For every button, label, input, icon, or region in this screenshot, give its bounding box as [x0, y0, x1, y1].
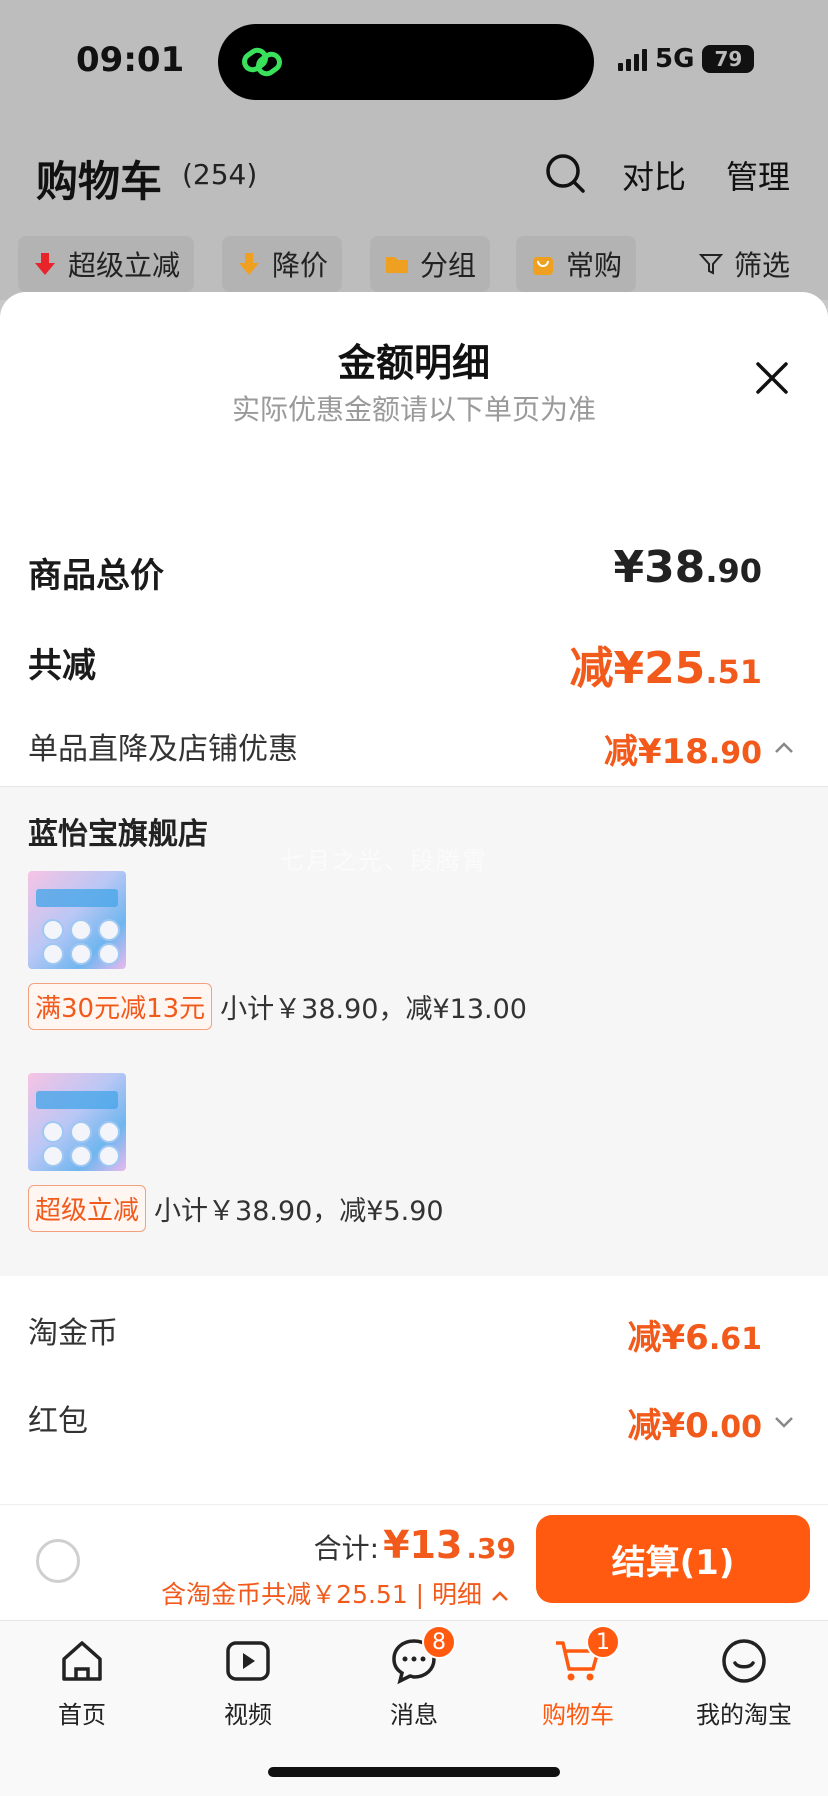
status-time: 09:01	[76, 40, 185, 80]
folder-icon	[386, 257, 408, 273]
arrow-down-icon	[35, 253, 55, 275]
tab-messages[interactable]: 8 消息	[354, 1625, 474, 1730]
checkout-bar: 合计: ¥13.39 含淘金币共减￥25.51 | 明细 结算(1)	[0, 1504, 828, 1620]
promo-tag: 超级立减	[28, 1185, 147, 1232]
select-all-checkbox[interactable]	[36, 1539, 80, 1583]
store-discount-label[interactable]: 单品直降及店铺优惠	[28, 724, 298, 768]
filter-button[interactable]: 筛选	[684, 236, 804, 292]
subtotal-text: 小计￥38.90，减¥13.00	[220, 994, 527, 1025]
status-bar: 09:01 5G 79	[0, 0, 828, 120]
redpacket-label[interactable]: 红包	[28, 1396, 88, 1440]
total-discount-label: 共减	[28, 646, 96, 686]
home-icon	[62, 1641, 102, 1681]
cart-count: (254)	[182, 158, 258, 191]
redpacket-value[interactable]: 减¥0.00	[628, 1398, 762, 1447]
promo-tag: 满30元减13元	[28, 983, 213, 1030]
message-icon: 8	[388, 1625, 456, 1687]
home-indicator	[268, 1767, 560, 1777]
cart-icon: 1	[552, 1625, 620, 1687]
watermark: 七月之光、段腾霄	[280, 847, 488, 875]
manage-button[interactable]: 管理	[726, 152, 790, 198]
funnel-icon	[698, 254, 724, 275]
coins-label: 淘金币	[28, 1316, 118, 1351]
coins-value: 减¥6.61	[627, 1318, 762, 1358]
tab-cart[interactable]: 1 购物车	[518, 1625, 638, 1730]
cart-header: 购物车 (254) 对比 管理	[0, 140, 828, 210]
price-drop-icon	[239, 253, 259, 275]
compare-button[interactable]: 对比	[622, 152, 686, 198]
bag-icon	[533, 257, 553, 275]
battery-icon: 79	[702, 45, 755, 73]
total-discount-value: 减¥25.51	[569, 643, 762, 694]
filter-price-drop[interactable]: 降价	[222, 236, 343, 292]
page-title: 购物车	[36, 157, 163, 206]
list-item: 超级立减 小计￥38.90，减¥5.90	[28, 1185, 444, 1232]
video-icon	[226, 1641, 270, 1681]
chevron-up-icon	[492, 1591, 508, 1601]
status-indicators: 5G 79	[618, 44, 755, 74]
total-price-value: ¥38.90	[613, 542, 762, 593]
product-thumbnail[interactable]	[28, 871, 126, 969]
checkout-total: 合计: ¥13.39	[313, 1523, 516, 1567]
chevron-up-icon[interactable]	[772, 736, 796, 760]
product-thumbnail[interactable]	[28, 1073, 126, 1171]
signal-icon	[618, 47, 647, 71]
chevron-down-icon[interactable]	[772, 1410, 796, 1434]
dynamic-island	[218, 24, 594, 100]
sheet-subtitle: 实际优惠金额请以下单页为准	[231, 393, 596, 426]
cart-badge: 1	[586, 1625, 620, 1659]
store-discount-value[interactable]: 减¥18.90	[604, 724, 762, 773]
tab-video[interactable]: 视频	[188, 1635, 308, 1730]
discount-detail-link[interactable]: 含淘金币共减￥25.51 | 明细	[161, 1575, 510, 1611]
profile-icon	[722, 1639, 766, 1683]
link-icon	[242, 47, 282, 77]
total-price-label: 商品总价	[28, 556, 164, 596]
filter-group[interactable]: 分组	[370, 236, 491, 292]
sheet-title: 金额明细	[337, 341, 490, 385]
filter-row: 超级立减 降价 分组 常购 筛选	[0, 236, 828, 292]
close-icon[interactable]	[752, 358, 792, 398]
store-discount-detail: 蓝怡宝旗舰店 七月之光、段腾霄 满30元减13元 小计￥38.90，减¥13.0…	[0, 786, 828, 1276]
filter-super-discount[interactable]: 超级立减	[18, 236, 195, 292]
tab-bar: 首页 视频 8 消息 1 购物车 我的淘宝	[0, 1620, 828, 1796]
search-icon[interactable]	[542, 150, 588, 196]
subtotal-text: 小计￥38.90，减¥5.90	[154, 1196, 444, 1227]
network-type: 5G	[655, 44, 695, 74]
store-name: 蓝怡宝旗舰店	[28, 817, 208, 852]
filter-frequent[interactable]: 常购	[516, 236, 637, 292]
list-item: 满30元减13元 小计￥38.90，减¥13.00	[28, 983, 527, 1030]
tab-home[interactable]: 首页	[22, 1635, 142, 1730]
checkout-button[interactable]: 结算(1)	[536, 1515, 810, 1603]
tab-profile[interactable]: 我的淘宝	[684, 1635, 804, 1730]
message-badge: 8	[422, 1625, 456, 1659]
